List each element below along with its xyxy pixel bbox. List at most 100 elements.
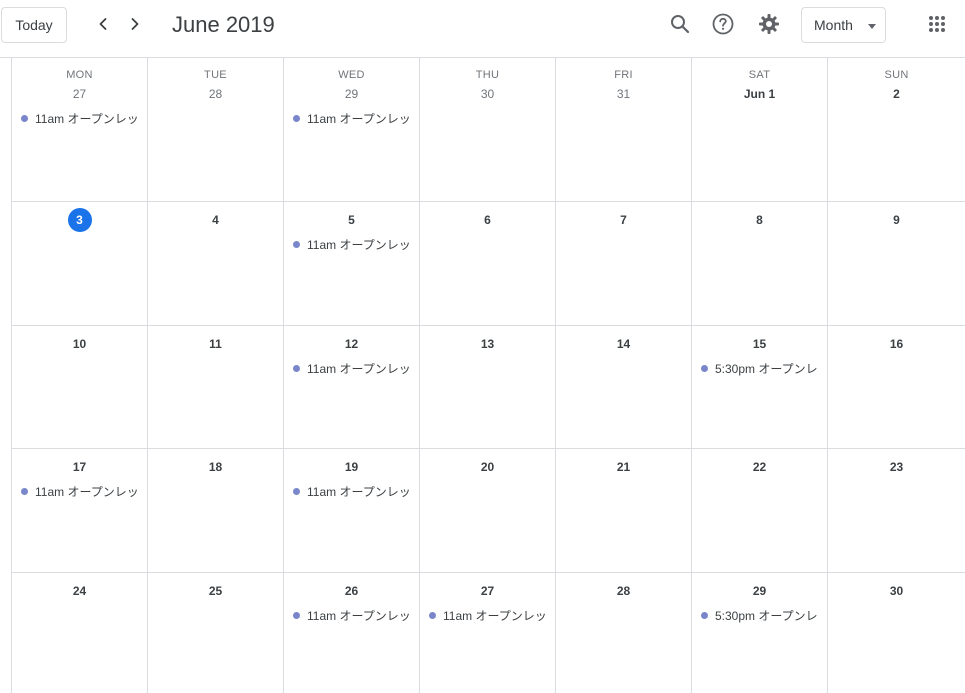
day-cell[interactable]: 26 11am オープンレッ: [284, 573, 420, 693]
settings-button[interactable]: [754, 10, 784, 40]
date-number[interactable]: 30: [476, 82, 500, 106]
event-chip[interactable]: 11am オープンレッ: [429, 605, 553, 625]
today-button[interactable]: Today: [1, 7, 67, 43]
day-cell[interactable]: 23: [828, 449, 965, 572]
date-number[interactable]: 26: [340, 579, 364, 603]
date-number[interactable]: 12: [340, 332, 364, 356]
day-cell[interactable]: SAT Jun 1: [692, 58, 828, 201]
day-cell[interactable]: 5 11am オープンレッ: [284, 202, 420, 325]
help-button[interactable]: [708, 10, 738, 40]
today-date-number[interactable]: 3: [67, 208, 92, 232]
previous-month-button[interactable]: [88, 10, 118, 40]
next-month-button[interactable]: [120, 10, 150, 40]
date-number[interactable]: 22: [748, 455, 772, 479]
day-cell[interactable]: 30: [828, 573, 965, 693]
day-cell[interactable]: 20: [420, 449, 556, 572]
event-dot-icon: [701, 364, 708, 372]
date-number[interactable]: 10: [68, 332, 92, 356]
date-number[interactable]: 20: [476, 455, 500, 479]
event-chip[interactable]: 11am オープンレッ: [21, 108, 145, 128]
date-number[interactable]: 31: [612, 82, 636, 106]
date-number[interactable]: 4: [204, 208, 228, 232]
day-cell[interactable]: 21: [556, 449, 692, 572]
date-number[interactable]: 15: [748, 332, 772, 356]
day-cell[interactable]: FRI 31: [556, 58, 692, 201]
week-row: MON 27 11am オープンレッ TUE 28 WED 29 11am オープンレッ THU…: [12, 58, 965, 202]
date-number[interactable]: 11: [204, 332, 228, 356]
day-cell[interactable]: TUE 28: [148, 58, 284, 201]
date-number[interactable]: 28: [612, 579, 636, 603]
event-title: 11am オープンレッ: [307, 608, 411, 623]
day-cell[interactable]: MON 27 11am オープンレッ: [12, 58, 148, 201]
day-cell[interactable]: 24: [12, 573, 148, 693]
day-cell[interactable]: 12 11am オープンレッ: [284, 326, 420, 448]
day-cell[interactable]: 17 11am オープンレッ: [12, 449, 148, 572]
event-dot-icon: [429, 611, 436, 619]
weekday-label: WED: [338, 69, 365, 81]
day-cell[interactable]: 8: [692, 202, 828, 325]
caret-down-icon: [868, 24, 876, 29]
day-cell[interactable]: 27 11am オープンレッ: [420, 573, 556, 693]
date-number[interactable]: 6: [476, 208, 500, 232]
date-number[interactable]: 18: [204, 455, 228, 479]
date-number[interactable]: 25: [204, 579, 228, 603]
date-number[interactable]: 5: [340, 208, 364, 232]
chevron-right-icon: [127, 16, 143, 35]
day-cell[interactable]: 25: [148, 573, 284, 693]
date-number[interactable]: 2: [885, 82, 909, 106]
date-number[interactable]: 7: [612, 208, 636, 232]
event-chip[interactable]: 11am オープンレッ: [293, 108, 417, 128]
event-chip[interactable]: 11am オープンレッ: [21, 481, 145, 501]
apps-button[interactable]: [922, 10, 952, 40]
date-number[interactable]: 13: [476, 332, 500, 356]
date-number[interactable]: 17: [68, 455, 92, 479]
date-number[interactable]: 24: [68, 579, 92, 603]
day-cell[interactable]: 6: [420, 202, 556, 325]
date-number[interactable]: 21: [612, 455, 636, 479]
date-number[interactable]: 9: [885, 208, 909, 232]
event-chip[interactable]: 11am オープンレッ: [293, 481, 417, 501]
day-cell[interactable]: 11: [148, 326, 284, 448]
weekday-label: MON: [66, 69, 93, 81]
event-title: 11am オープンレッ: [307, 484, 411, 499]
day-cell[interactable]: 4: [148, 202, 284, 325]
day-cell[interactable]: 19 11am オープンレッ: [284, 449, 420, 572]
date-number[interactable]: 16: [885, 332, 909, 356]
day-cell[interactable]: 28: [556, 573, 692, 693]
date-number[interactable]: 23: [885, 455, 909, 479]
day-cell[interactable]: 22: [692, 449, 828, 572]
date-number[interactable]: 30: [885, 579, 909, 603]
day-cell[interactable]: THU 30: [420, 58, 556, 201]
week-row: 24 25 26 11am オープンレッ 27 11am オープンレッ 28 29 5:30pm…: [12, 573, 965, 693]
search-button[interactable]: [665, 10, 695, 40]
event-chip[interactable]: 11am オープンレッ: [293, 234, 417, 254]
day-cell[interactable]: 29 5:30pm オープンレ: [692, 573, 828, 693]
date-number[interactable]: 29: [748, 579, 772, 603]
date-number[interactable]: 14: [612, 332, 636, 356]
day-cell[interactable]: 10: [12, 326, 148, 448]
week-row: 17 11am オープンレッ 18 19 11am オープンレッ 20 21 22 23: [12, 449, 965, 573]
event-chip[interactable]: 11am オープンレッ: [293, 358, 417, 378]
event-chip[interactable]: 5:30pm オープンレ: [701, 605, 825, 625]
day-cell[interactable]: SUN 2: [828, 58, 965, 201]
event-dot-icon: [293, 611, 300, 619]
day-cell[interactable]: 7: [556, 202, 692, 325]
event-chip[interactable]: 11am オープンレッ: [293, 605, 417, 625]
date-number[interactable]: 27: [476, 579, 500, 603]
day-cell[interactable]: WED 29 11am オープンレッ: [284, 58, 420, 201]
date-number[interactable]: 29: [340, 82, 364, 106]
day-cell[interactable]: 3: [12, 202, 148, 325]
view-select[interactable]: Month: [801, 7, 886, 43]
day-cell[interactable]: 13: [420, 326, 556, 448]
day-cell[interactable]: 15 5:30pm オープンレ: [692, 326, 828, 448]
date-number[interactable]: 19: [340, 455, 364, 479]
day-cell[interactable]: 9: [828, 202, 965, 325]
day-cell[interactable]: 16: [828, 326, 965, 448]
date-number[interactable]: Jun 1: [738, 82, 781, 106]
event-chip[interactable]: 5:30pm オープンレ: [701, 358, 825, 378]
day-cell[interactable]: 18: [148, 449, 284, 572]
date-number[interactable]: 8: [748, 208, 772, 232]
date-number[interactable]: 28: [204, 82, 228, 106]
date-number[interactable]: 27: [68, 82, 92, 106]
day-cell[interactable]: 14: [556, 326, 692, 448]
